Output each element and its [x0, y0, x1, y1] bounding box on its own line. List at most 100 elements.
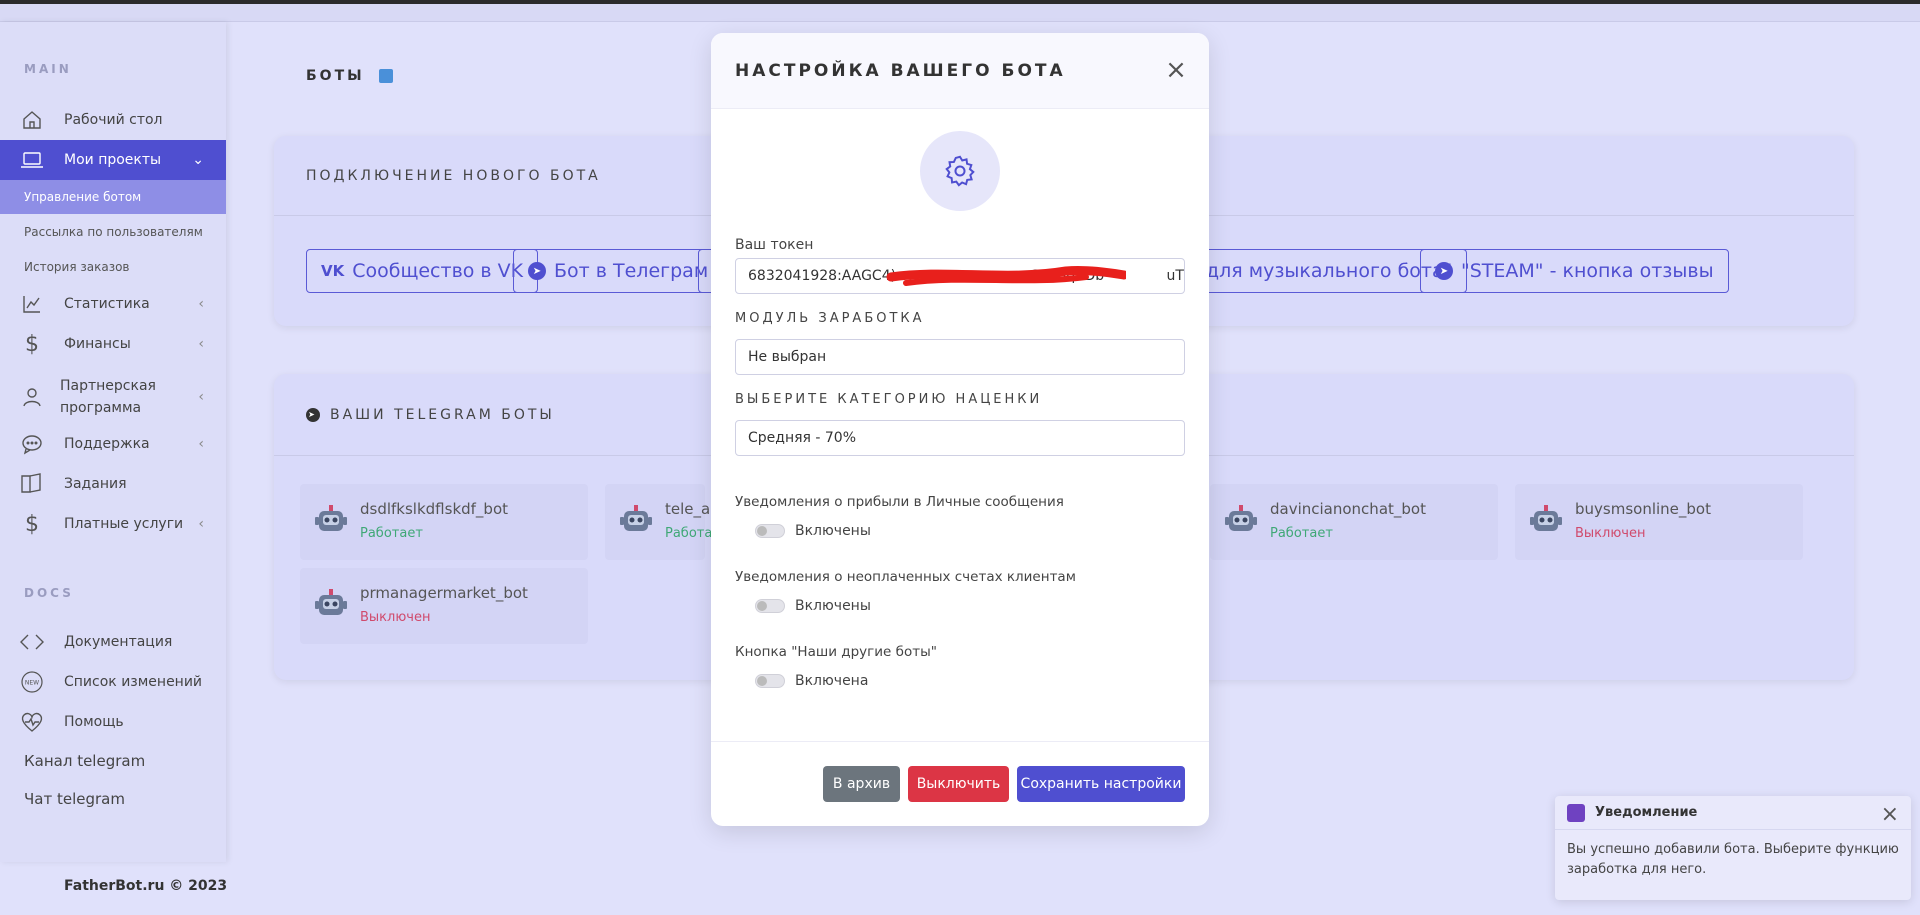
notification-square-icon — [1567, 803, 1585, 822]
robot-icon — [620, 505, 652, 531]
chevron-left-icon: ‹ — [198, 436, 204, 452]
sidebar-item-documentation[interactable]: Документация — [0, 622, 226, 662]
modal-footer: В архив Выключить Сохранить настройки — [711, 741, 1209, 826]
archive-button[interactable]: В архив — [823, 766, 900, 802]
bot-tile[interactable]: davincianonchat_bot Работает — [1210, 484, 1498, 560]
module-select[interactable]: Не выбран — [735, 339, 1185, 375]
other-bots-toggle-row[interactable]: Включена — [755, 673, 868, 689]
notify-unpaid-toggle[interactable] — [755, 599, 785, 613]
notify-profit-toggle[interactable] — [755, 524, 785, 538]
token-value: 6832041928:AAGC4) GcFUqKDb uT6E — [748, 268, 1185, 284]
sidebar-item-label: Помощь — [64, 714, 124, 730]
toggle-label: Включена — [795, 673, 869, 689]
bot-name: tele_a — [665, 500, 711, 518]
chevron-left-icon: ‹ — [198, 516, 204, 532]
connect-vk-button[interactable]: VK Сообщество в VK — [306, 249, 539, 293]
sidebar-item-label: Список изменений — [64, 674, 203, 690]
bot-status: Работает — [360, 526, 423, 541]
sidebar-item-tasks[interactable]: Задания — [0, 464, 226, 504]
sidebar-item-label: Задания — [64, 476, 127, 492]
book-icon — [0, 473, 64, 495]
robot-icon — [1225, 505, 1257, 531]
bot-status: Выключен — [1575, 526, 1646, 541]
toast-body: Вы успешно добавили бота. Выберите функц… — [1567, 842, 1899, 877]
sidebar-item-finance[interactable]: $ Финансы ‹ — [0, 324, 226, 364]
dollar-icon: $ — [25, 331, 39, 357]
sidebar-item-statistics[interactable]: Статистика ‹ — [0, 284, 226, 324]
chevron-left-icon: ‹ — [198, 389, 204, 405]
sidebar-subitem-order-history[interactable]: История заказов — [0, 250, 226, 284]
bot-tile[interactable]: tele_a Работае — [605, 484, 720, 560]
telegram-channel-link[interactable]: Канал telegram — [24, 752, 145, 770]
page-title: БОТЫ — [306, 68, 393, 84]
modal-title: НАСТРОЙКА ВАШЕГО БОТА — [711, 33, 1209, 109]
card-title-text: ВАШИ TELEGRAM БОТЫ — [330, 406, 555, 423]
notify-unpaid-toggle-row[interactable]: Включены — [755, 598, 871, 614]
header-strip — [0, 4, 1920, 22]
sidebar: MAIN Рабочий стол Мои проекты ⌄ Управлен… — [0, 22, 226, 862]
telegram-icon: ➤ — [306, 407, 320, 422]
sidebar-item-label: Документация — [64, 634, 173, 650]
notify-profit-toggle-row[interactable]: Включены — [755, 523, 871, 539]
sidebar-item-label: Мои проекты — [64, 152, 162, 168]
markup-select[interactable]: Средняя - 70% — [735, 420, 1185, 456]
close-icon[interactable]: × — [1163, 57, 1189, 83]
other-bots-label: Кнопка "Наши другие боты" — [735, 644, 937, 660]
robot-icon — [315, 589, 347, 615]
module-label: МОДУЛЬ ЗАРАБОТКА — [735, 311, 925, 326]
robot-icon — [315, 505, 347, 531]
dollar-icon: $ — [25, 511, 39, 537]
bot-status: Выключен — [360, 610, 431, 625]
footer-copyright: FatherBot.ru © 2023 — [64, 878, 228, 894]
sidebar-subitem-mailing[interactable]: Рассылка по пользователям — [0, 215, 226, 249]
laptop-icon — [0, 150, 64, 170]
book-emoji-icon — [378, 69, 393, 83]
sidebar-item-help[interactable]: Помощь — [0, 702, 226, 742]
toggle-label: Включены — [795, 598, 871, 614]
sidebar-item-label: Рабочий стол — [64, 112, 163, 128]
bot-status: Работает — [1270, 526, 1333, 541]
bot-name: prmanagermarket_bot — [360, 584, 528, 602]
bot-tile[interactable]: prmanagermarket_bot Выключен — [300, 568, 588, 644]
sidebar-item-label: Платные услуги — [64, 516, 184, 532]
sidebar-item-partner[interactable]: Партнерская программа ‹ — [0, 372, 226, 422]
bot-name: davincianonchat_bot — [1270, 500, 1426, 518]
sidebar-item-dashboard[interactable]: Рабочий стол — [0, 100, 226, 140]
sidebar-subitem-bot-management[interactable]: Управление ботом — [0, 180, 226, 214]
close-icon[interactable]: × — [1881, 802, 1899, 827]
sidebar-item-changelog[interactable]: NEW Список изменений — [0, 662, 226, 702]
disable-button[interactable]: Выключить — [908, 766, 1009, 802]
sidebar-item-support[interactable]: Поддержка ‹ — [0, 424, 226, 464]
sidebar-item-label: Поддержка — [64, 436, 150, 452]
chat-icon — [0, 433, 64, 455]
other-bots-toggle[interactable] — [755, 674, 785, 688]
token-label: Ваш токен — [735, 237, 814, 253]
notify-unpaid-label: Уведомления о неоплаченных счетах клиент… — [735, 569, 1076, 585]
sidebar-item-paid-services[interactable]: $ Платные услуги ‹ — [0, 504, 226, 544]
notification-toast: Уведомление × Вы успешно добавили бота. … — [1555, 796, 1911, 900]
vk-icon: VK — [321, 262, 345, 280]
chevron-left-icon: ‹ — [198, 296, 204, 312]
save-settings-button[interactable]: Сохранить настройки — [1017, 766, 1185, 802]
telegram-icon: ➤ — [528, 262, 546, 280]
chevron-down-icon: ⌄ — [192, 152, 204, 168]
sidebar-item-my-projects[interactable]: Мои проекты ⌄ — [0, 140, 226, 180]
toast-header: Уведомление — [1555, 796, 1911, 830]
partner-icon — [0, 386, 64, 408]
home-icon — [0, 109, 64, 131]
connect-steam-button[interactable]: ➤ "STEAM" - кнопка отзывы — [1420, 249, 1729, 293]
telegram-chat-link[interactable]: Чат telegram — [24, 790, 125, 808]
sidebar-item-label: Финансы — [64, 336, 131, 352]
sidebar-item-label: Статистика — [64, 296, 150, 312]
gear-icon — [920, 131, 1000, 211]
toast-title: Уведомление — [1595, 805, 1698, 820]
button-label: Сообщество в VK — [352, 260, 524, 282]
telegram-icon: ➤ — [1435, 262, 1453, 280]
sidebar-section-main: MAIN — [24, 62, 72, 76]
token-field[interactable]: 6832041928:AAGC4) GcFUqKDb uT6E — [735, 258, 1185, 294]
connect-telegram-button[interactable]: ➤ Бот в Телеграм — [513, 249, 724, 293]
page-title-text: БОТЫ — [306, 68, 365, 84]
bot-tile[interactable]: buysmsonline_bot Выключен — [1515, 484, 1803, 560]
bot-tile[interactable]: dsdlfkslkdflskdf_bot Работает — [300, 484, 588, 560]
robot-icon — [1530, 505, 1562, 531]
